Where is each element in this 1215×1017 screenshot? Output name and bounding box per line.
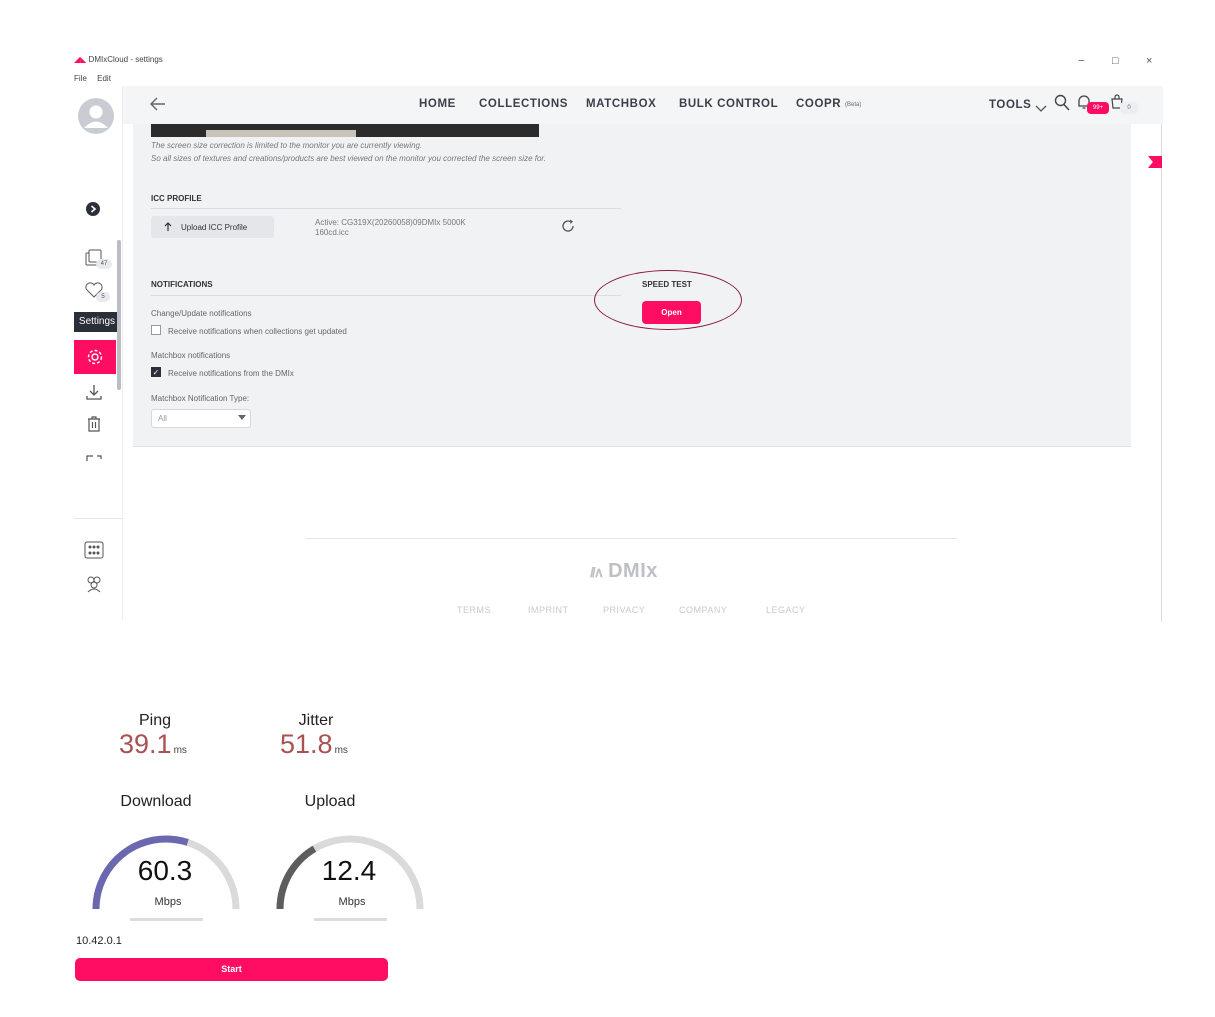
- speed-test-heading: SPEED TEST: [642, 280, 692, 289]
- upload-icc-button[interactable]: Upload ICC Profile: [151, 216, 274, 238]
- jitter-value: 51.8: [280, 729, 333, 759]
- search-icon[interactable]: [1054, 94, 1070, 116]
- nav-collections[interactable]: COLLECTIONS: [479, 98, 568, 110]
- screen-preview-image: [151, 124, 539, 137]
- top-nav: HOME COLLECTIONS MATCHBOX BULK CONTROL C…: [123, 86, 1163, 124]
- footer-legacy[interactable]: LEGACY: [766, 605, 806, 615]
- nav-bulk-control[interactable]: BULK CONTROL: [679, 98, 778, 110]
- sidebar-divider: [74, 518, 122, 519]
- footer-logo-text: DMIx: [608, 560, 658, 582]
- nav-home[interactable]: HOME: [419, 98, 456, 110]
- nav-matchbox[interactable]: MATCHBOX: [586, 98, 656, 110]
- footer-divider: [306, 538, 957, 539]
- user-icon: [79, 99, 113, 133]
- menu-bar: File Edit: [74, 74, 119, 83]
- footer-terms[interactable]: TERMS: [457, 605, 491, 615]
- favorites-count-badge: 5: [96, 292, 110, 302]
- ping-label: Ping: [138, 712, 172, 729]
- jitter-label: Jitter: [298, 712, 334, 729]
- upload-arrow-icon: [164, 222, 172, 231]
- app-logo-icon: ◢◣: [74, 55, 87, 64]
- chevron-down-icon[interactable]: [1035, 100, 1047, 118]
- coopr-beta-badge: (Beta): [845, 102, 862, 108]
- menu-file[interactable]: File: [74, 74, 87, 83]
- footer-imprint[interactable]: IMPRINT: [528, 605, 569, 615]
- nav-tools[interactable]: TOOLS: [989, 99, 1031, 111]
- jitter-reading: 51.8 ms: [280, 729, 348, 760]
- icc-divider: [151, 208, 621, 209]
- active-icc-line-2: 160cd.icc: [315, 228, 349, 237]
- dmix-notif-checkbox[interactable]: ✓: [151, 367, 161, 377]
- download-label: Download: [120, 793, 192, 810]
- matchbox-notif-label: Matchbox notifications: [151, 351, 231, 360]
- minimize-button[interactable]: −: [1078, 55, 1084, 67]
- dmix-notif-label: Receive notifications from the DMIx: [168, 369, 294, 378]
- team-icon[interactable]: [84, 575, 104, 598]
- jitter-unit: ms: [334, 745, 348, 756]
- expand-sidebar-icon[interactable]: [86, 202, 100, 221]
- apps-grid-icon[interactable]: [84, 541, 104, 564]
- download-icon[interactable]: [84, 382, 104, 407]
- upload-progress-bar: [314, 918, 387, 921]
- nav-coopr[interactable]: COOPR: [796, 98, 841, 110]
- preview-strip: [206, 130, 356, 137]
- back-arrow-icon[interactable]: [149, 96, 167, 117]
- footer-company[interactable]: COMPANY: [679, 605, 727, 615]
- cart-count-badge: 0: [1120, 102, 1138, 114]
- collections-notif-checkbox[interactable]: [151, 325, 161, 335]
- notification-type-select[interactable]: All: [151, 409, 251, 428]
- menu-edit[interactable]: Edit: [97, 74, 111, 83]
- speed-test-open-button[interactable]: Open: [642, 301, 701, 324]
- upload-unit: Mbps: [338, 896, 366, 908]
- notification-type-label: Matchbox Notification Type:: [151, 394, 250, 403]
- notification-type-value: All: [158, 414, 167, 423]
- ping-value: 39.1: [119, 729, 172, 759]
- ping-reading: 39.1 ms: [119, 729, 187, 760]
- download-progress-bar: [130, 918, 203, 921]
- sidebar-scrollbar[interactable]: [117, 240, 121, 390]
- settings-tooltip: Settings: [74, 312, 120, 332]
- collections-notif-label: Receive notifications when collections g…: [168, 327, 347, 336]
- ping-unit: ms: [173, 745, 187, 756]
- refresh-icon[interactable]: [85, 448, 103, 466]
- upload-value: 12.4: [321, 855, 377, 886]
- download-value: 60.3: [137, 855, 193, 886]
- select-caret-icon: [238, 415, 246, 420]
- change-update-label: Change/Update notifications: [151, 309, 252, 318]
- dmix-logo-icon: //∧: [590, 564, 604, 580]
- notifications-divider: [151, 295, 621, 296]
- icc-profile-heading: ICC PROFILE: [151, 194, 202, 203]
- close-button[interactable]: ×: [1146, 55, 1152, 67]
- screen-note-2: So all sizes of textures and creations/p…: [151, 154, 547, 163]
- window-title: ◢◣ DMIxCloud - settings: [74, 55, 163, 64]
- trash-icon[interactable]: [85, 415, 103, 438]
- download-unit: Mbps: [154, 896, 182, 908]
- upload-icc-label: Upload ICC Profile: [181, 222, 248, 232]
- active-icc-line-1: Active: CG319X(20260058)09DMIx 5000K: [315, 218, 466, 227]
- upload-label: Upload: [304, 793, 356, 810]
- footer-privacy[interactable]: PRIVACY: [603, 605, 645, 615]
- notification-badge: 99+: [1087, 102, 1109, 114]
- avatar[interactable]: [78, 98, 114, 134]
- collections-count-badge: 47: [96, 259, 112, 269]
- notifications-heading: NOTIFICATIONS: [151, 280, 213, 289]
- reload-icc-icon[interactable]: [560, 218, 576, 239]
- ip-address: 10.42.0.1: [76, 935, 122, 947]
- screen-note-1: The screen size correction is limited to…: [151, 141, 423, 150]
- maximize-button[interactable]: □: [1112, 55, 1119, 67]
- start-button[interactable]: Start: [75, 958, 388, 981]
- settings-nav-item[interactable]: [74, 340, 116, 374]
- active-icc-profile: Active: CG319X(20260058)09DMIx 5000K 160…: [315, 218, 466, 238]
- gear-icon: [87, 349, 103, 365]
- footer-logo[interactable]: //∧ DMIx: [590, 560, 658, 583]
